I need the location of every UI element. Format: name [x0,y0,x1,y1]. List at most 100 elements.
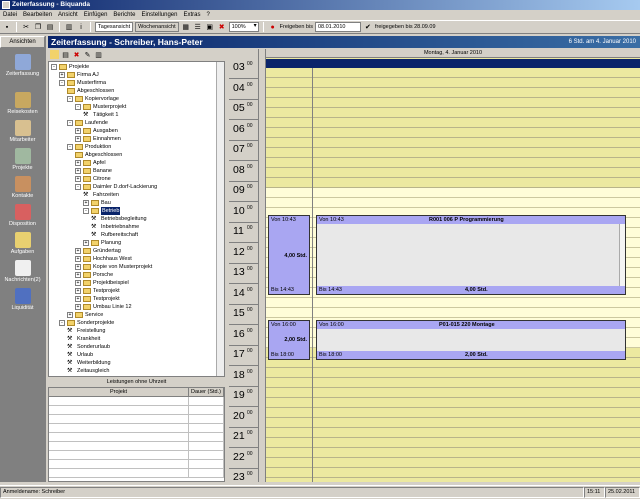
menu-extras[interactable]: Extras [183,10,200,20]
tree-node[interactable]: + Service [67,311,103,319]
table-row[interactable] [49,442,224,451]
new-project-icon[interactable]: ▤ [61,50,70,59]
tree-node[interactable]: ⚒ Krankheit [67,335,100,343]
tree-node[interactable]: ⚒ Fahrzeiten [83,191,119,199]
day-view-button[interactable]: Tagesansicht [95,22,134,32]
appointment-card[interactable]: Von 10:43 R001 006 P Programmierung Bis … [316,215,626,295]
menu-ansicht[interactable]: Ansicht [58,10,78,20]
tree-node[interactable]: ⚒ Betriebsbegleitung [91,215,147,223]
nav-item-zeiterfassung[interactable]: Zeiterfassung [0,52,45,86]
tree-node[interactable]: + Bau [83,199,111,207]
appointment-scrollbar[interactable] [619,224,625,286]
table-row[interactable] [49,397,224,406]
column-header-duration[interactable]: Dauer (Std.) [189,388,224,397]
expand-icon[interactable]: + [75,168,81,174]
week-view-button[interactable]: Wochenansicht [135,22,179,32]
tree-node[interactable]: + Planung [83,239,121,247]
table-row[interactable] [49,469,224,478]
expand-icon[interactable]: + [75,264,81,270]
day-column[interactable]: Montag, 4. Januar 2010 Von 10:43 4,00 St… [266,49,640,482]
tree-node[interactable]: ⚒ Urlaub [67,351,93,359]
expand-icon[interactable]: + [75,160,81,166]
tree-node[interactable]: Abgeschlossen [75,151,122,159]
menu-help[interactable]: ? [206,10,209,20]
appointment-card[interactable]: Von 16:00 P01-015 220 Montage Bis 18:00 … [316,320,626,360]
tree-node[interactable]: - Daimler D.dorf-Lackierung [75,183,157,191]
tree-node[interactable]: - Produktion [67,143,111,151]
expand-icon[interactable]: + [75,136,81,142]
tree-node[interactable]: + Gründertag [75,247,121,255]
apply-release-icon[interactable]: ✔ [363,22,373,32]
tree-node[interactable]: + Apfel [75,159,106,167]
expand-icon[interactable]: + [75,256,81,262]
cut-icon[interactable]: ✂ [21,22,31,32]
menu-einfuegen[interactable]: Einfügen [84,10,108,20]
release-icon[interactable]: ● [268,22,278,32]
tree-node[interactable]: - Projekte [51,63,89,71]
tree-node[interactable]: + Kopie von Musterprojekt [75,263,152,271]
expand-icon[interactable]: + [59,72,65,78]
table-row[interactable] [49,460,224,469]
tree-node[interactable]: + Einnahmen [75,135,121,143]
tree-node[interactable]: ⚒ Freistellung [67,327,105,335]
views-sidebar-header[interactable]: Ansichten [0,36,45,48]
expand-icon[interactable]: + [75,288,81,294]
tree-node[interactable]: - Betrieb [83,207,121,215]
tree-node[interactable]: + Porsche [75,271,113,279]
expand-icon[interactable]: + [75,176,81,182]
expand-icon[interactable]: + [75,304,81,310]
untimed-services-table[interactable]: Projekt Dauer (Std.) [48,387,225,482]
menu-berichte[interactable]: Berichte [113,10,135,20]
collapse-icon[interactable]: - [83,208,89,214]
table-row[interactable] [49,406,224,415]
new-folder-icon[interactable] [50,50,59,59]
collapse-icon[interactable]: - [75,104,81,110]
tree-node[interactable]: ⚒ Sonderurlaub [67,343,110,351]
menu-bearbeiten[interactable]: Bearbeiten [23,10,52,20]
table-row[interactable] [49,433,224,442]
expand-icon[interactable]: + [83,240,89,246]
tree-node[interactable]: + Firma AJ [59,71,99,79]
tree-node[interactable]: + Testprojekt [75,287,120,295]
day-header[interactable]: Montag, 4. Januar 2010 [266,49,640,58]
collapse-icon[interactable]: - [67,144,73,150]
appointment-duration-box[interactable]: Von 10:43 4,00 Std. Bis 14:43 [268,215,310,295]
tree-node[interactable]: - Sonderprojekte [59,319,114,327]
list-view-icon[interactable]: ☰ [193,22,203,32]
collapse-icon[interactable]: - [67,96,73,102]
expand-icon[interactable]: + [75,280,81,286]
table-row[interactable] [49,451,224,460]
release-date-field[interactable]: 08.01.2010 [314,22,361,32]
table-row[interactable] [49,424,224,433]
expand-icon[interactable]: + [75,296,81,302]
print-icon[interactable]: ▥ [64,22,74,32]
delete-icon[interactable]: ✖ [217,22,227,32]
delete-node-icon[interactable]: ✖ [72,50,81,59]
tree-node[interactable]: + Citrone [75,175,111,183]
expand-icon[interactable]: + [67,312,73,318]
properties-icon[interactable]: ▥ [94,50,103,59]
tree-node[interactable]: + Hochhaus West [75,255,132,263]
expand-icon[interactable]: + [75,248,81,254]
month-view-icon[interactable]: ▦ [181,22,191,32]
tree-scrollbar[interactable] [216,62,224,376]
tree-node[interactable]: ⚒ Tätigkeit 1 [83,111,118,119]
tree-node[interactable]: Abgeschlossen [67,87,114,95]
tree-node[interactable]: - Kopiervorlage [67,95,119,103]
table-row[interactable] [49,415,224,424]
save-icon[interactable]: ▪ [2,22,12,32]
tree-node[interactable]: - Musterprojekt [75,103,126,111]
tree-node[interactable]: ⚒ Weiterbildung [67,359,111,367]
copy-icon[interactable]: ❐ [33,22,43,32]
collapse-icon[interactable]: - [51,64,57,70]
tree-node[interactable]: ⚒ Rufbereitschaft [91,231,138,239]
calendar-icon[interactable]: ▣ [205,22,215,32]
info-icon[interactable]: i [76,22,86,32]
tree-node[interactable]: + Testprojekt [75,295,120,303]
all-day-bar[interactable] [266,59,640,68]
expand-icon[interactable]: + [75,128,81,134]
collapse-icon[interactable]: - [59,80,65,86]
expand-icon[interactable]: + [75,272,81,278]
tree-node[interactable]: + Umbau Linie 12 [75,303,132,311]
tree-node[interactable]: - Musterfirma [59,79,106,87]
